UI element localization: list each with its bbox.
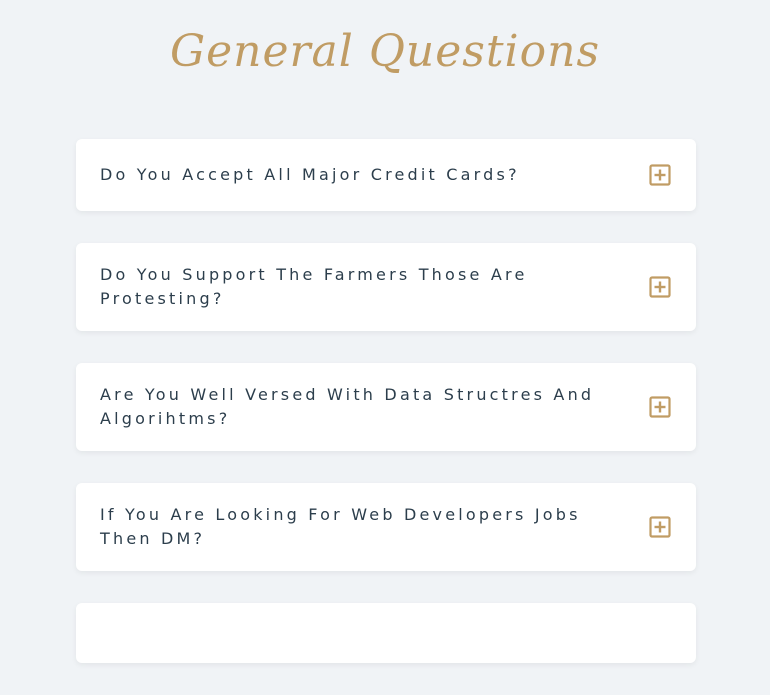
faq-question: Do You Support The Farmers Those Are Pro… (100, 265, 528, 308)
page-title: General Questions (169, 26, 601, 77)
faq-item[interactable]: If You Are Looking For Web Developers Jo… (76, 483, 696, 571)
plus-square-icon[interactable] (648, 275, 672, 299)
faq-item[interactable]: Do You Support The Farmers Those Are Pro… (76, 243, 696, 331)
faq-item[interactable] (76, 603, 696, 663)
plus-square-icon[interactable] (648, 163, 672, 187)
faq-question: Do You Accept All Major Credit Cards? (100, 165, 520, 184)
faq-question: Are You Well Versed With Data Structres … (100, 385, 595, 428)
faq-item[interactable]: Do You Accept All Major Credit Cards? (76, 139, 696, 211)
faq-question: If You Are Looking For Web Developers Jo… (100, 505, 581, 548)
faq-list: Do You Accept All Major Credit Cards? Do… (76, 139, 696, 695)
faq-item[interactable]: Are You Well Versed With Data Structres … (76, 363, 696, 451)
plus-square-icon[interactable] (648, 395, 672, 419)
plus-square-icon[interactable] (648, 515, 672, 539)
